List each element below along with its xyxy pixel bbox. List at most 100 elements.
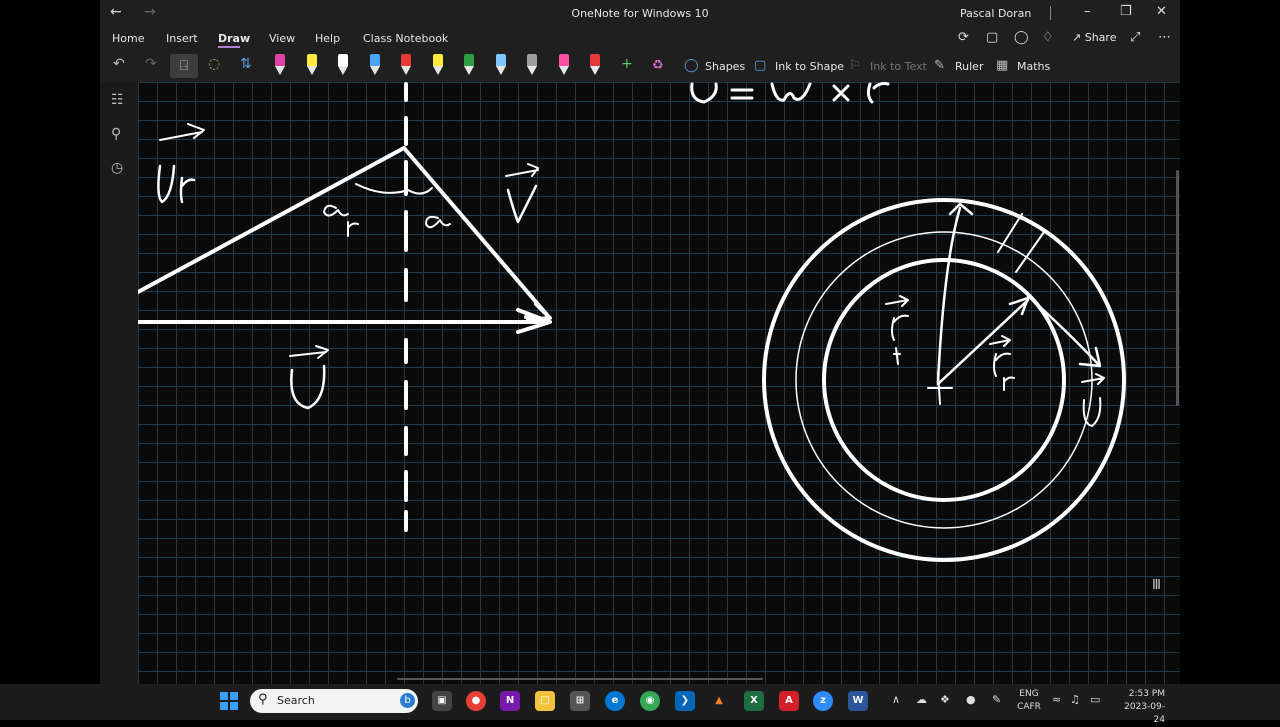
clock-time: 2:53 PM (1128, 689, 1165, 699)
page-scroll-handle[interactable] (397, 678, 763, 680)
windows-taskbar: ⚲ Search b ▣ ● N □ ⊞ e ◉ ❯ ▲ X A z W ∧ ☁… (0, 684, 1280, 725)
u-label (290, 364, 326, 410)
system-clock[interactable]: 2:53 PM 2023-09-24 (1115, 688, 1165, 727)
task-view-icon[interactable]: ▣ (432, 691, 452, 711)
excel-icon[interactable]: X (744, 691, 764, 711)
tab-view[interactable]: View (269, 32, 295, 45)
acrobat-icon[interactable]: A (779, 691, 799, 711)
taskbar-search[interactable]: ⚲ Search b (250, 689, 418, 713)
pen-10-icon[interactable] (557, 54, 571, 78)
type-select-icon[interactable]: ⍈ (170, 54, 198, 78)
rr-vector (936, 296, 1030, 386)
pen-6-icon[interactable] (431, 54, 445, 78)
rt-label (885, 295, 909, 365)
search-magnifier-icon: ⚲ (258, 692, 268, 707)
fullscreen-icon[interactable]: ⤢ (1130, 30, 1140, 45)
tab-home[interactable]: Home (112, 32, 144, 45)
volume-icon[interactable]: ♫ (1070, 693, 1080, 706)
wifi-icon[interactable]: ≈ (1052, 693, 1061, 706)
share-button[interactable]: ↗ Share (1072, 31, 1116, 44)
calculator-icon[interactable]: ⊞ (570, 691, 590, 711)
lightbulb-icon[interactable]: ◯ (1014, 30, 1029, 45)
add-space-icon[interactable]: ⇅ (240, 56, 252, 72)
add-pen-icon[interactable]: + (621, 56, 633, 72)
matlab-icon[interactable]: ▲ (709, 691, 729, 711)
pen-4-icon[interactable] (368, 54, 382, 78)
search-placeholder: Search (277, 694, 315, 707)
vr-label (157, 164, 196, 204)
alpha-r-label (323, 204, 359, 237)
tab-draw[interactable]: Draw (218, 32, 250, 45)
bing-icon[interactable]: b (400, 693, 415, 708)
word-icon[interactable]: W (848, 691, 868, 711)
share-icon: ↗ (1072, 31, 1085, 44)
undo-icon[interactable]: ↶ (113, 56, 125, 72)
search-icon[interactable]: ⚲ (111, 126, 121, 142)
pen-5-icon[interactable] (399, 54, 413, 78)
file-explorer-icon[interactable]: □ (535, 691, 555, 711)
center-cross (927, 371, 953, 405)
ink-to-shape-button[interactable]: Ink to Shape (775, 60, 844, 73)
pen-2-icon[interactable] (305, 54, 319, 78)
pen-7-icon[interactable] (462, 54, 476, 78)
microphone-icon[interactable]: ● (966, 693, 976, 706)
maths-icon[interactable]: ▦ (996, 58, 1008, 73)
ink-replay-icon[interactable]: ♻ (652, 58, 664, 73)
more-options-icon[interactable]: ⋯ (1158, 30, 1171, 45)
ink-to-text-button: Ink to Text (870, 60, 927, 73)
tab-class-notebook[interactable]: Class Notebook (363, 32, 448, 45)
ink-to-text-icon: ⚐ (849, 58, 861, 73)
minimize-icon[interactable]: – (1084, 4, 1091, 19)
ruler-button[interactable]: Ruler (955, 60, 983, 73)
edge-icon[interactable]: e (605, 691, 625, 711)
ruler-icon[interactable]: ✎ (934, 58, 945, 73)
windows-start-icon[interactable] (220, 692, 238, 710)
user-name[interactable]: Pascal Doran (960, 7, 1031, 20)
recent-notes-clock-icon[interactable]: ◷ (111, 160, 123, 176)
alpha-arc (407, 187, 433, 195)
onenote-window: ← → OneNote for Windows 10 Pascal Doran … (100, 0, 1180, 684)
notebooks-icon[interactable]: ☷ (111, 92, 124, 108)
pen-menu-icon[interactable]: ✎ (992, 693, 1001, 706)
vscode-icon[interactable]: ❯ (675, 691, 695, 711)
onedrive-cloud-icon[interactable]: ☁ (916, 693, 927, 706)
pen-1-icon[interactable] (273, 54, 287, 78)
notebook-pages-icon[interactable]: ▢ (986, 30, 998, 45)
v-label-arrow (505, 163, 539, 177)
shapes-button[interactable]: Shapes (705, 60, 745, 73)
lasso-select-icon[interactable]: ◌ (208, 56, 220, 72)
show-hidden-icons-chevron-icon[interactable]: ∧ (892, 693, 900, 706)
rt-vector (936, 202, 974, 384)
note-canvas[interactable]: Ⅲ (138, 82, 1180, 684)
language-indicator[interactable]: ENG CAFR (1016, 688, 1042, 714)
maps-icon[interactable]: ◉ (640, 691, 660, 711)
pen-3-icon[interactable] (336, 54, 350, 78)
maths-button[interactable]: Maths (1017, 60, 1050, 73)
formula-fragment (690, 82, 890, 104)
pen-9-icon[interactable] (525, 54, 539, 78)
v-circle-vector (1026, 294, 1102, 368)
maximize-icon[interactable]: ❐ (1120, 4, 1132, 19)
battery-icon[interactable]: ▭ (1090, 693, 1100, 706)
onenote-app-icon[interactable]: N (500, 691, 520, 711)
redo-icon[interactable]: ↷ (145, 56, 157, 72)
shapes-icon[interactable]: ◯ (684, 58, 699, 73)
pen-11-icon[interactable] (588, 54, 602, 78)
clock-date: 2023-09-24 (1124, 702, 1165, 725)
vertical-scrollbar[interactable] (1176, 170, 1179, 406)
chrome-icon[interactable]: ● (466, 691, 486, 711)
v-vector-line (402, 146, 550, 318)
ink-to-shape-icon[interactable]: ▢ (754, 58, 766, 73)
text-cursor-icon: Ⅲ (1152, 578, 1161, 593)
title-bar: ← → OneNote for Windows 10 Pascal Doran … (100, 0, 1180, 26)
u-label-arrow (289, 345, 329, 359)
tab-help[interactable]: Help (315, 32, 340, 45)
close-icon[interactable]: ✕ (1156, 4, 1167, 19)
dropbox-icon[interactable]: ❖ (940, 693, 950, 706)
bell-icon[interactable]: ♢ (1042, 30, 1054, 45)
tab-insert[interactable]: Insert (166, 32, 198, 45)
zoom-icon[interactable]: z (813, 691, 833, 711)
sync-icon[interactable]: ⟳ (958, 30, 969, 45)
pen-8-icon[interactable] (494, 54, 508, 78)
draw-toolbar: ↶ ↷ ⍈ ◌ ⇅ + ♻ ◯ Shapes ▢ Ink to Shape ⚐ … (100, 50, 1180, 82)
